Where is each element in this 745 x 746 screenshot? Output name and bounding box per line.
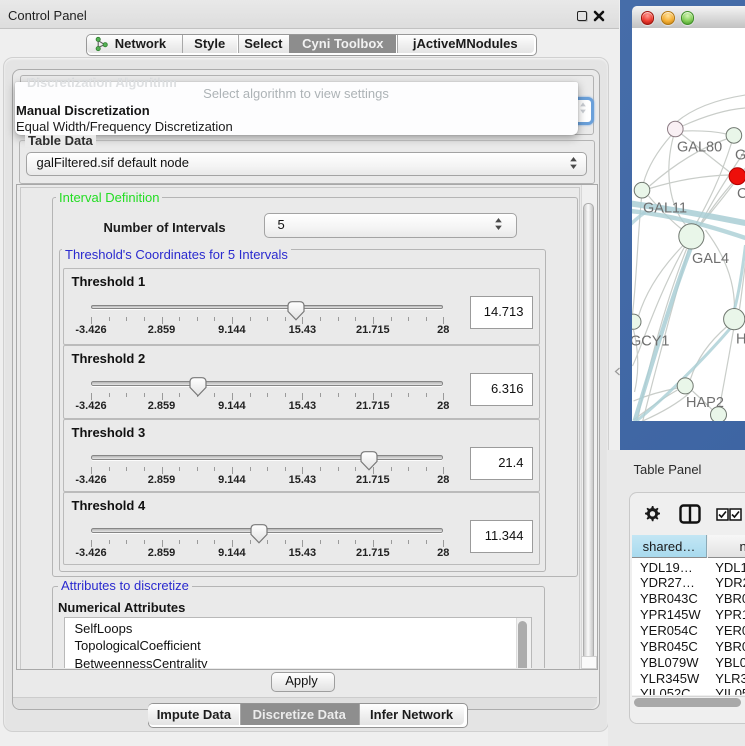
svg-text:GA: GA — [735, 148, 745, 164]
svg-text:H: H — [736, 332, 745, 348]
svg-text:GAL4: GAL4 — [692, 251, 729, 267]
svg-text:HAP2: HAP2 — [686, 395, 724, 411]
svg-text:C: C — [737, 186, 745, 202]
svg-text:GAL80: GAL80 — [677, 140, 722, 156]
svg-text:GCY1: GCY1 — [632, 334, 670, 350]
svg-text:GAL11: GAL11 — [643, 201, 687, 217]
